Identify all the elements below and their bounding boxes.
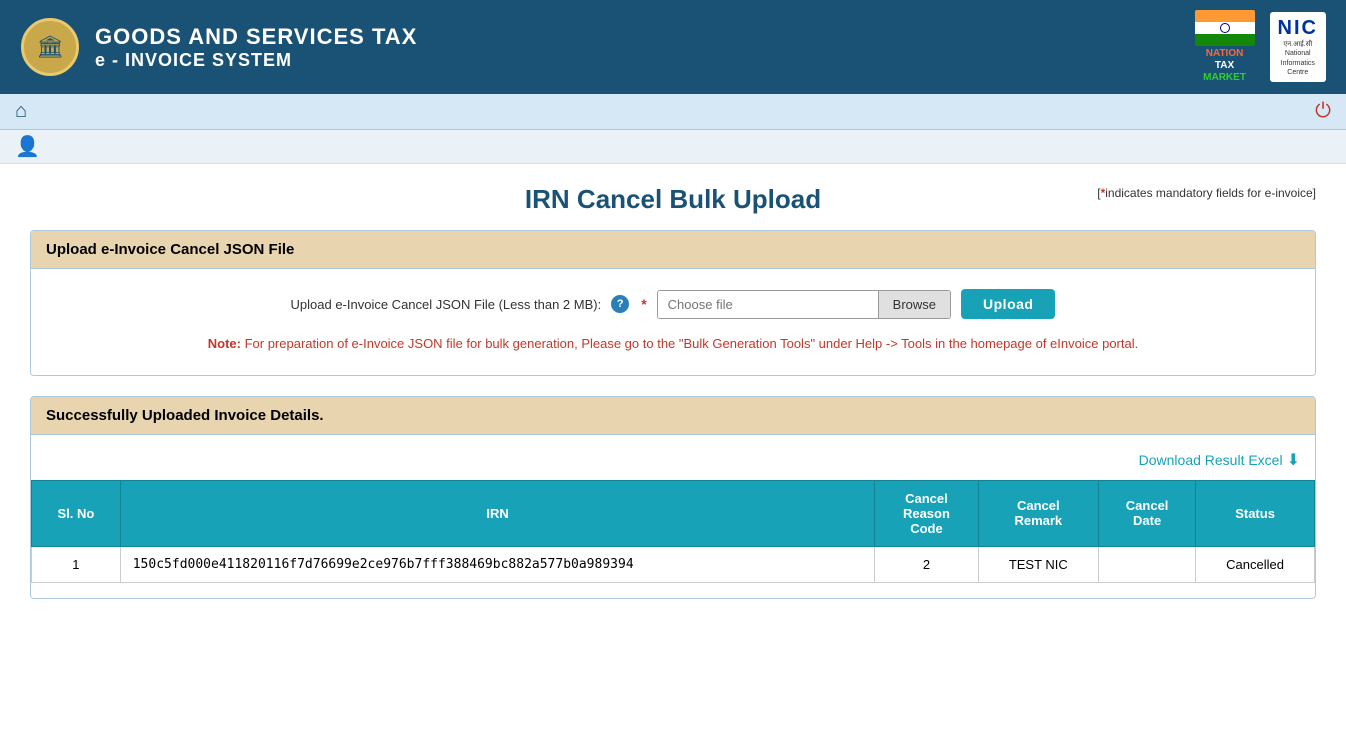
download-icon: ⬇ — [1287, 450, 1300, 470]
upload-section: Upload e-Invoice Cancel JSON File Upload… — [30, 230, 1316, 376]
cell-cancel-date — [1099, 546, 1196, 582]
page-title-row: IRN Cancel Bulk Upload [*indicates manda… — [30, 184, 1316, 215]
cell-sl-no: 1 — [32, 546, 121, 582]
table-body: 1 150c5fd000e411820116f7d76699e2ce976b7f… — [32, 546, 1315, 582]
file-input-container: Browse — [657, 290, 951, 319]
main-content: IRN Cancel Bulk Upload [*indicates manda… — [0, 164, 1346, 639]
india-flag — [1195, 10, 1255, 46]
result-table: Sl. No IRN CancelReasonCode CancelRemark… — [31, 480, 1315, 583]
nav-left: ⌂ — [15, 100, 27, 123]
ntm-text: NATION TAX MARKET — [1203, 48, 1246, 84]
upload-section-header: Upload e-Invoice Cancel JSON File — [31, 231, 1315, 269]
upload-label: Upload e-Invoice Cancel JSON File (Less … — [291, 297, 602, 312]
col-status: Status — [1196, 480, 1315, 546]
col-cancel-date: CancelDate — [1099, 480, 1196, 546]
header-title-line2: e - INVOICE SYSTEM — [95, 50, 417, 71]
help-icon[interactable]: ? — [611, 295, 629, 313]
required-star: * — [641, 296, 646, 312]
download-link-container: Download Result Excel ⬇ — [31, 440, 1315, 475]
navbar: ⌂ ⏻ — [0, 94, 1346, 130]
table-row: 1 150c5fd000e411820116f7d76699e2ce976b7f… — [32, 546, 1315, 582]
page-header: 🏛 GOODS AND SERVICES TAX e - INVOICE SYS… — [0, 0, 1346, 94]
home-icon[interactable]: ⌂ — [15, 100, 27, 123]
result-section-header: Successfully Uploaded Invoice Details. — [31, 397, 1315, 435]
nic-logo: NIC एन.आई.सी National Informatics Centre — [1270, 12, 1326, 81]
header-left: 🏛 GOODS AND SERVICES TAX e - INVOICE SYS… — [20, 15, 417, 80]
cell-irn: 150c5fd000e411820116f7d76699e2ce976b7fff… — [120, 546, 875, 582]
header-title: GOODS AND SERVICES TAX e - INVOICE SYSTE… — [95, 24, 417, 71]
page-title: IRN Cancel Bulk Upload — [459, 184, 888, 215]
download-result-link[interactable]: Download Result Excel ⬇ — [1139, 450, 1300, 470]
col-cancel-reason-code: CancelReasonCode — [875, 480, 978, 546]
table-header-row: Sl. No IRN CancelReasonCode CancelRemark… — [32, 480, 1315, 546]
col-sl-no: Sl. No — [32, 480, 121, 546]
mandatory-note: [*indicates mandatory fields for e-invoi… — [1097, 186, 1316, 200]
government-emblem: 🏛 — [20, 15, 80, 80]
col-cancel-remark: CancelRemark — [978, 480, 1099, 546]
ntm-logo: NATION TAX MARKET — [1195, 10, 1255, 84]
note-text: Note: For preparation of e-Invoice JSON … — [46, 334, 1300, 355]
header-right: NATION TAX MARKET NIC एन.आई.सी National … — [1195, 10, 1326, 84]
file-name-display[interactable] — [658, 291, 878, 318]
upload-section-body: Upload e-Invoice Cancel JSON File (Less … — [31, 269, 1315, 375]
cell-cancel-remark: TEST NIC — [978, 546, 1099, 582]
upload-button[interactable]: Upload — [961, 289, 1055, 319]
header-title-line1: GOODS AND SERVICES TAX — [95, 24, 417, 50]
note-label: Note: — [208, 336, 241, 351]
download-label: Download Result Excel — [1139, 452, 1283, 468]
col-irn: IRN — [120, 480, 875, 546]
power-icon[interactable]: ⏻ — [1315, 100, 1331, 123]
result-section-body: Download Result Excel ⬇ Sl. No IRN Cance… — [31, 435, 1315, 598]
emblem-icon: 🏛 — [21, 18, 79, 76]
note-content: For preparation of e-Invoice JSON file f… — [245, 336, 1139, 351]
cell-status: Cancelled — [1196, 546, 1315, 582]
cell-cancel-reason-code: 2 — [875, 546, 978, 582]
user-icon[interactable]: 👤 — [15, 134, 40, 159]
browse-button[interactable]: Browse — [878, 291, 950, 318]
result-section: Successfully Uploaded Invoice Details. D… — [30, 396, 1316, 599]
secondary-nav: 👤 — [0, 130, 1346, 164]
nic-subtitle: एन.आई.सी National Informatics Centre — [1281, 40, 1315, 76]
upload-row: Upload e-Invoice Cancel JSON File (Less … — [46, 289, 1300, 319]
table-head: Sl. No IRN CancelReasonCode CancelRemark… — [32, 480, 1315, 546]
